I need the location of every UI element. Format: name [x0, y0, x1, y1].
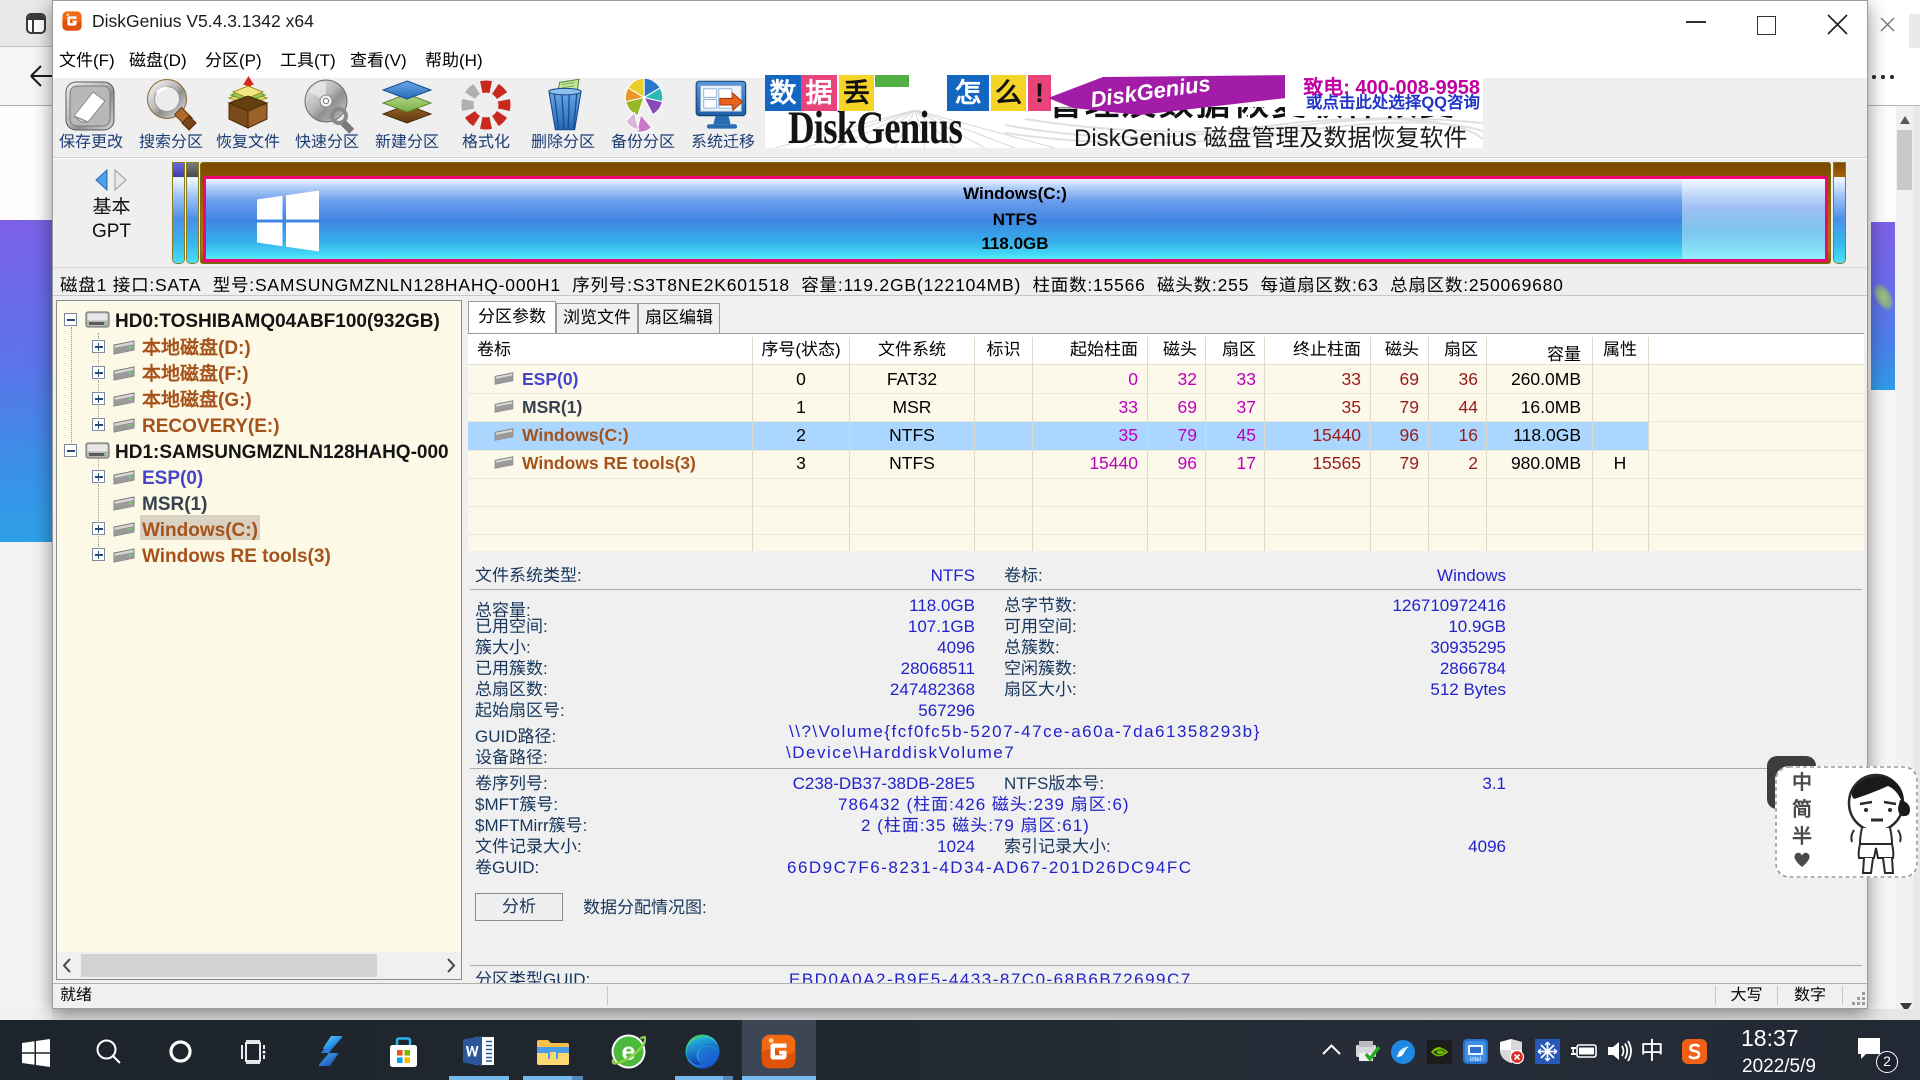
svg-text:intel: intel	[1470, 1057, 1481, 1063]
